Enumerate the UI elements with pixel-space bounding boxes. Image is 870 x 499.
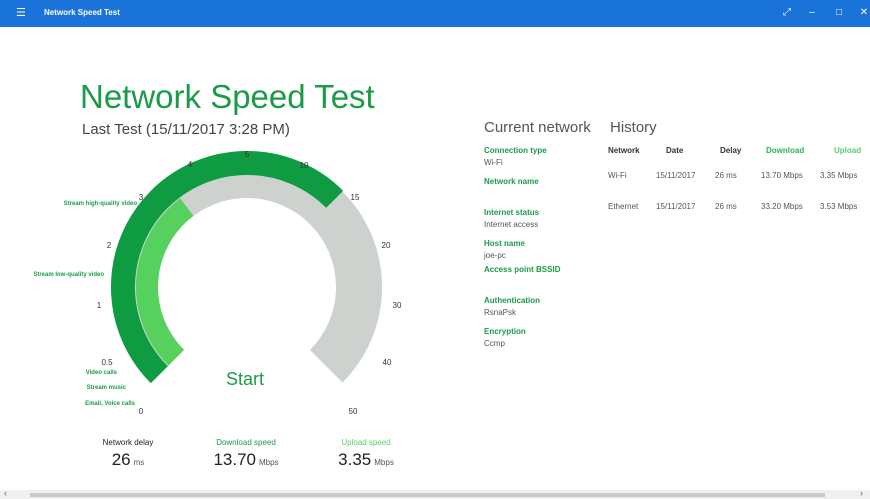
scale-label-50: 50 [349, 407, 358, 416]
annotation-low-quality-video: Stream low-quality video [33, 272, 104, 278]
current-network-title: Current network [484, 119, 591, 136]
fullscreen-icon[interactable]: ⤢ [776, 6, 798, 20]
scroll-right-icon[interactable]: › [860, 488, 863, 498]
scroll-left-icon[interactable]: ‹ [4, 488, 7, 498]
last-test-label: Last Test (15/11/2017 3:28 PM) [82, 121, 290, 138]
history-row[interactable]: Wi-Fi 15/11/2017 26 ms 13.70 Mbps 3.35 M… [608, 171, 861, 202]
scale-label-30: 30 [393, 301, 402, 310]
history-row[interactable]: Ethernet 15/11/2017 26 ms 33.20 Mbps 3.5… [608, 202, 861, 233]
history-cell-delay: 26 ms [715, 171, 737, 180]
annotation-email: Email, Voice calls [85, 401, 136, 407]
current-network-panel: Connection type Wi-Fi Network name Inter… [484, 146, 604, 358]
history-cell-upload: 3.53 Mbps [820, 202, 858, 211]
history-header-row: Network Date Delay Download Upload [608, 146, 861, 171]
encryption-field: Encryption Ccmp [484, 327, 604, 358]
speed-gauge: 0 0.5 1 2 3 4 5 10 15 20 30 40 50 Email,… [33, 150, 402, 416]
upload-speed-number: 3.35 [338, 450, 372, 469]
minimize-button[interactable]: – [801, 6, 823, 20]
download-speed-unit: Mbps [258, 458, 279, 467]
network-delay-number: 26 [111, 450, 131, 469]
encryption-label: Encryption [484, 327, 526, 336]
upload-speed-unit: Mbps [374, 458, 394, 467]
access-point-bssid-label: Access point BSSID [484, 265, 561, 274]
network-delay-value: 26 ms [73, 450, 183, 470]
authentication-value: RsnaPsk [484, 308, 517, 317]
scale-label-1: 1 [97, 301, 102, 310]
host-name-label: Host name [484, 239, 525, 248]
network-delay-stat: Network delay 26 ms [73, 438, 183, 470]
history-cell-download: 33.20 Mbps [761, 202, 803, 211]
host-name-value: joe-pc [484, 251, 506, 260]
history-cell-delay: 26 ms [715, 202, 737, 211]
upload-speed-label: Upload speed [341, 438, 391, 447]
history-cell-upload: 3.35 Mbps [820, 171, 858, 180]
scale-label-40: 40 [383, 358, 392, 367]
authentication-field: Authentication RsnaPsk [484, 296, 604, 327]
history-col-network: Network [608, 146, 640, 155]
page-title: Network Speed Test [80, 78, 375, 115]
history-table: Network Date Delay Download Upload Wi-Fi… [608, 146, 861, 233]
annotation-video-calls: Video calls [86, 370, 118, 376]
gauge-upload-arc [136, 198, 194, 366]
history-col-date: Date [666, 146, 684, 155]
host-name-field: Host name joe-pc [484, 239, 604, 265]
horizontal-scrollbar[interactable]: ‹ › [0, 488, 870, 499]
title-bar: ☰ Network Speed Test ⤢ – □ ✕ [0, 0, 870, 27]
history-cell-network: Wi-Fi [608, 171, 627, 180]
access-point-bssid-field: Access point BSSID [484, 265, 604, 296]
annotation-music: Stream music [87, 385, 127, 391]
history-cell-date: 15/11/2017 [656, 171, 696, 180]
history-col-download: Download [766, 146, 805, 155]
authentication-label: Authentication [484, 296, 540, 305]
scale-label-2: 2 [107, 241, 112, 250]
network-delay-unit: ms [133, 458, 145, 467]
scale-label-5: 5 [245, 150, 250, 159]
access-point-bssid-value [484, 277, 604, 286]
window-title: Network Speed Test [44, 8, 120, 17]
connection-type-label: Connection type [484, 146, 547, 155]
upload-speed-value: 3.35 Mbps [311, 450, 421, 470]
network-name-field: Network name [484, 177, 604, 208]
network-delay-label: Network delay [102, 438, 154, 447]
maximize-button[interactable]: □ [828, 6, 850, 20]
download-speed-value: 13.70 Mbps [191, 450, 301, 470]
scale-label-15: 15 [351, 193, 360, 202]
history-col-upload: Upload [834, 146, 862, 155]
history-title: History [610, 119, 657, 136]
scale-label-0: 0 [139, 407, 144, 416]
network-name-label: Network name [484, 177, 539, 186]
encryption-value: Ccmp [484, 339, 505, 348]
scale-label-4: 4 [188, 160, 193, 169]
download-speed-number: 13.70 [213, 450, 256, 469]
scrollbar-thumb[interactable] [30, 493, 825, 497]
scale-label-3: 3 [139, 193, 144, 202]
hamburger-icon[interactable]: ☰ [16, 7, 26, 19]
connection-type-field: Connection type Wi-Fi [484, 146, 604, 177]
scale-label-10: 10 [300, 161, 309, 170]
history-panel: Network Date Delay Download Upload Wi-Fi… [608, 146, 861, 233]
close-button[interactable]: ✕ [853, 6, 870, 20]
history-cell-date: 15/11/2017 [656, 202, 696, 211]
download-speed-label: Download speed [216, 438, 276, 447]
history-cell-download: 13.70 Mbps [761, 171, 803, 180]
history-cell-network: Ethernet [608, 202, 639, 211]
annotation-high-quality-video: Stream high-quality video [64, 201, 138, 207]
network-name-value [484, 189, 604, 198]
upload-speed-stat: Upload speed 3.35 Mbps [311, 438, 421, 470]
scale-label-0-5: 0.5 [101, 358, 113, 367]
internet-status-label: Internet status [484, 208, 540, 217]
download-speed-stat: Download speed 13.70 Mbps [191, 438, 301, 470]
internet-status-value: Internet access [484, 220, 539, 229]
internet-status-field: Internet status Internet access [484, 208, 604, 239]
connection-type-value: Wi-Fi [484, 158, 503, 167]
start-button[interactable]: Start [226, 369, 264, 390]
history-col-delay: Delay [720, 146, 742, 155]
scale-label-20: 20 [382, 241, 391, 250]
